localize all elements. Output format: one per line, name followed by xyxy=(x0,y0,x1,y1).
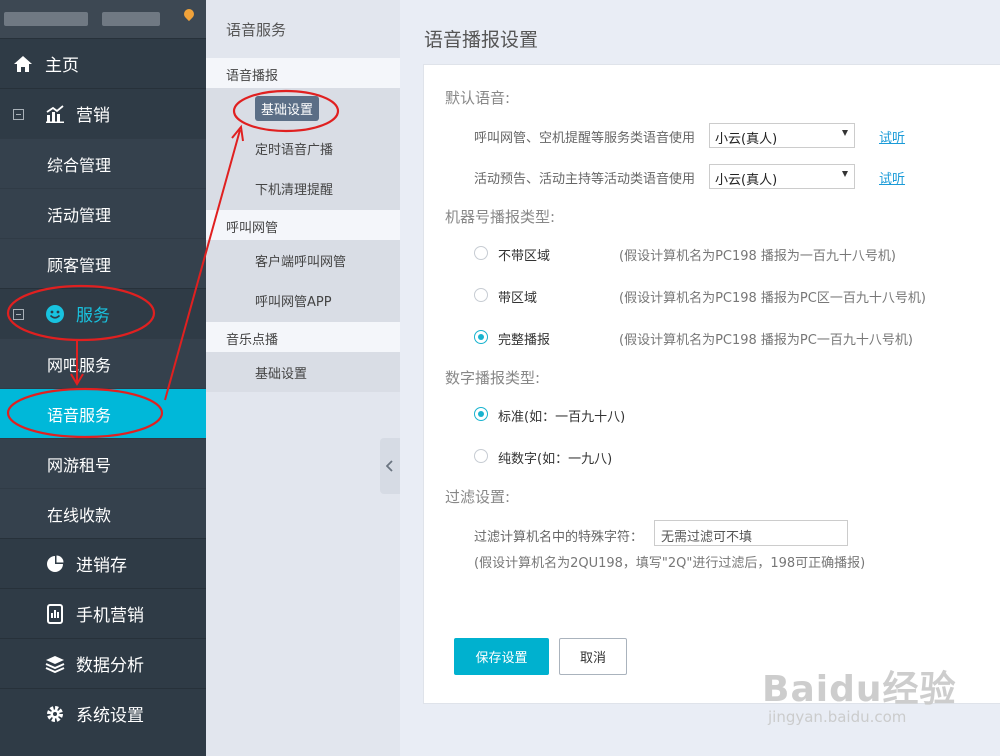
section-default-voice: 默认语音: xyxy=(445,89,511,107)
sidebar-sub-voice[interactable]: 语音服务 xyxy=(0,388,206,438)
caret-down-icon xyxy=(842,130,848,136)
radio-no-area[interactable] xyxy=(474,246,488,260)
sidebar-sub-general[interactable]: 综合管理 xyxy=(0,138,206,188)
sidebar-item-mobile[interactable]: 手机营销 xyxy=(0,588,206,638)
activity-voice-label: 活动预告、活动主持等活动类语音使用 xyxy=(474,172,696,187)
caret-down-icon xyxy=(842,171,848,177)
option-label[interactable]: 带区域 xyxy=(498,287,537,306)
sidebar-item-marketing[interactable]: 营销 xyxy=(0,88,206,138)
sidebar-item-service[interactable]: 服务 xyxy=(0,288,206,338)
service-voice-preview-link[interactable]: 试听 xyxy=(879,127,905,146)
sidebar-sub-customer[interactable]: 顾客管理 xyxy=(0,238,206,288)
settings-panel: 默认语音: 呼叫网管、空机提醒等服务类语音使用 小云(真人) 试听 活动预告、活… xyxy=(423,64,1000,704)
watermark-url: jingyan.baidu.com xyxy=(768,708,907,726)
cancel-button[interactable]: 取消 xyxy=(559,638,627,675)
section-filter: 过滤设置: xyxy=(445,488,511,506)
subnav-item-scheduled-broadcast[interactable]: 定时语音广播 xyxy=(206,128,400,168)
subnav-item-label: 基础设置 xyxy=(255,96,320,121)
option-label[interactable]: 纯数字(如：一九八) xyxy=(498,448,612,467)
collapse-icon[interactable] xyxy=(13,309,24,320)
subnav-group-broadcast: 语音播报 xyxy=(206,58,400,88)
location-icon[interactable] xyxy=(181,6,197,22)
subnav-item-call-app[interactable]: 呼叫网管APP xyxy=(206,280,400,322)
collapse-panel-button[interactable] xyxy=(380,438,400,494)
filter-label: 过滤计算机名中的特殊字符： xyxy=(474,530,644,545)
select-value: 小云(真人) xyxy=(715,173,778,188)
filter-hint: (假设计算机名为2QU198，填写"2Q"进行过滤后，198可正确播报) xyxy=(474,556,866,571)
sidebar: 主页 营销 综合管理 活动管理 顾客管理 服务 网吧服务 语音服务 网游租号 在… xyxy=(0,0,206,756)
option-label[interactable]: 完整播报 xyxy=(498,329,550,348)
sidebar-item-label: 手机营销 xyxy=(76,606,144,626)
radio-digits[interactable] xyxy=(474,449,488,463)
sidebar-item-label: 服务 xyxy=(76,306,110,326)
subnav-title: 语音服务 xyxy=(226,21,287,39)
sidebar-item-label: 数据分析 xyxy=(76,656,144,676)
subnav-group-call: 呼叫网管 xyxy=(206,210,400,240)
pie-icon xyxy=(45,555,65,573)
secondary-nav: 语音服务 语音播报 基础设置 定时语音广播 下机清理提醒 呼叫网管 客户端呼叫网… xyxy=(206,0,400,756)
blurred-account-id xyxy=(102,12,160,26)
radio-standard[interactable] xyxy=(474,407,488,421)
sidebar-sub-activity[interactable]: 活动管理 xyxy=(0,188,206,238)
watermark: Baidu经验 jingyan.baidu.com xyxy=(762,660,957,726)
sidebar-item-settings[interactable]: 系统设置 xyxy=(0,688,206,738)
blurred-account-name xyxy=(4,12,88,26)
sidebar-item-analytics[interactable]: 数据分析 xyxy=(0,638,206,688)
layers-icon xyxy=(45,655,65,673)
option-hint: (假设计算机名为PC198 播报为一百九十八号机) xyxy=(619,249,897,264)
activity-voice-select[interactable]: 小云(真人) xyxy=(709,164,855,189)
sidebar-item-inventory[interactable]: 进销存 xyxy=(0,538,206,588)
option-label[interactable]: 不带区域 xyxy=(498,245,550,264)
sidebar-sub-game-rent[interactable]: 网游租号 xyxy=(0,438,206,488)
sidebar-sub-netbar[interactable]: 网吧服务 xyxy=(0,338,206,388)
subnav-group-music: 音乐点播 xyxy=(206,322,400,352)
option-hint: (假设计算机名为PC198 播报为PC一百九十八号机) xyxy=(619,333,913,348)
sidebar-item-label: 营销 xyxy=(76,106,110,126)
phone-icon xyxy=(45,604,65,624)
page-title: 语音播报设置 xyxy=(424,29,539,51)
service-voice-label: 呼叫网管、空机提醒等服务类语音使用 xyxy=(474,131,696,146)
sidebar-item-label: 系统设置 xyxy=(76,706,144,726)
subnav-item-basic-settings[interactable]: 基础设置 xyxy=(206,88,400,128)
filter-input[interactable]: 无需过滤可不填 xyxy=(654,520,848,546)
sidebar-item-label: 进销存 xyxy=(76,556,127,576)
sidebar-sub-payment[interactable]: 在线收款 xyxy=(0,488,206,538)
save-button[interactable]: 保存设置 xyxy=(454,638,549,675)
smile-icon xyxy=(45,305,65,323)
gear-icon xyxy=(45,705,65,723)
select-value: 小云(真人) xyxy=(715,132,778,147)
radio-with-area[interactable] xyxy=(474,288,488,302)
subnav-item-logout-reminder[interactable]: 下机清理提醒 xyxy=(206,168,400,210)
activity-voice-preview-link[interactable]: 试听 xyxy=(879,168,905,187)
section-number-type: 数字播报类型: xyxy=(445,369,541,387)
chart-icon xyxy=(45,105,65,123)
subnav-item-music-basic[interactable]: 基础设置 xyxy=(206,352,400,392)
option-label[interactable]: 标准(如：一百九十八) xyxy=(498,406,625,425)
collapse-icon[interactable] xyxy=(13,109,24,120)
watermark-logo: Baidu经验 xyxy=(762,669,957,710)
option-hint: (假设计算机名为PC198 播报为PC区一百九十八号机) xyxy=(619,291,926,306)
service-voice-select[interactable]: 小云(真人) xyxy=(709,123,855,148)
chevron-left-icon xyxy=(386,460,393,472)
sidebar-item-label: 主页 xyxy=(45,56,79,76)
sidebar-header xyxy=(0,0,206,38)
radio-full[interactable] xyxy=(474,330,488,344)
home-icon xyxy=(13,55,33,73)
sidebar-item-home[interactable]: 主页 xyxy=(0,38,206,88)
section-machine-type: 机器号播报类型: xyxy=(445,208,556,226)
subnav-item-client-call[interactable]: 客户端呼叫网管 xyxy=(206,240,400,280)
